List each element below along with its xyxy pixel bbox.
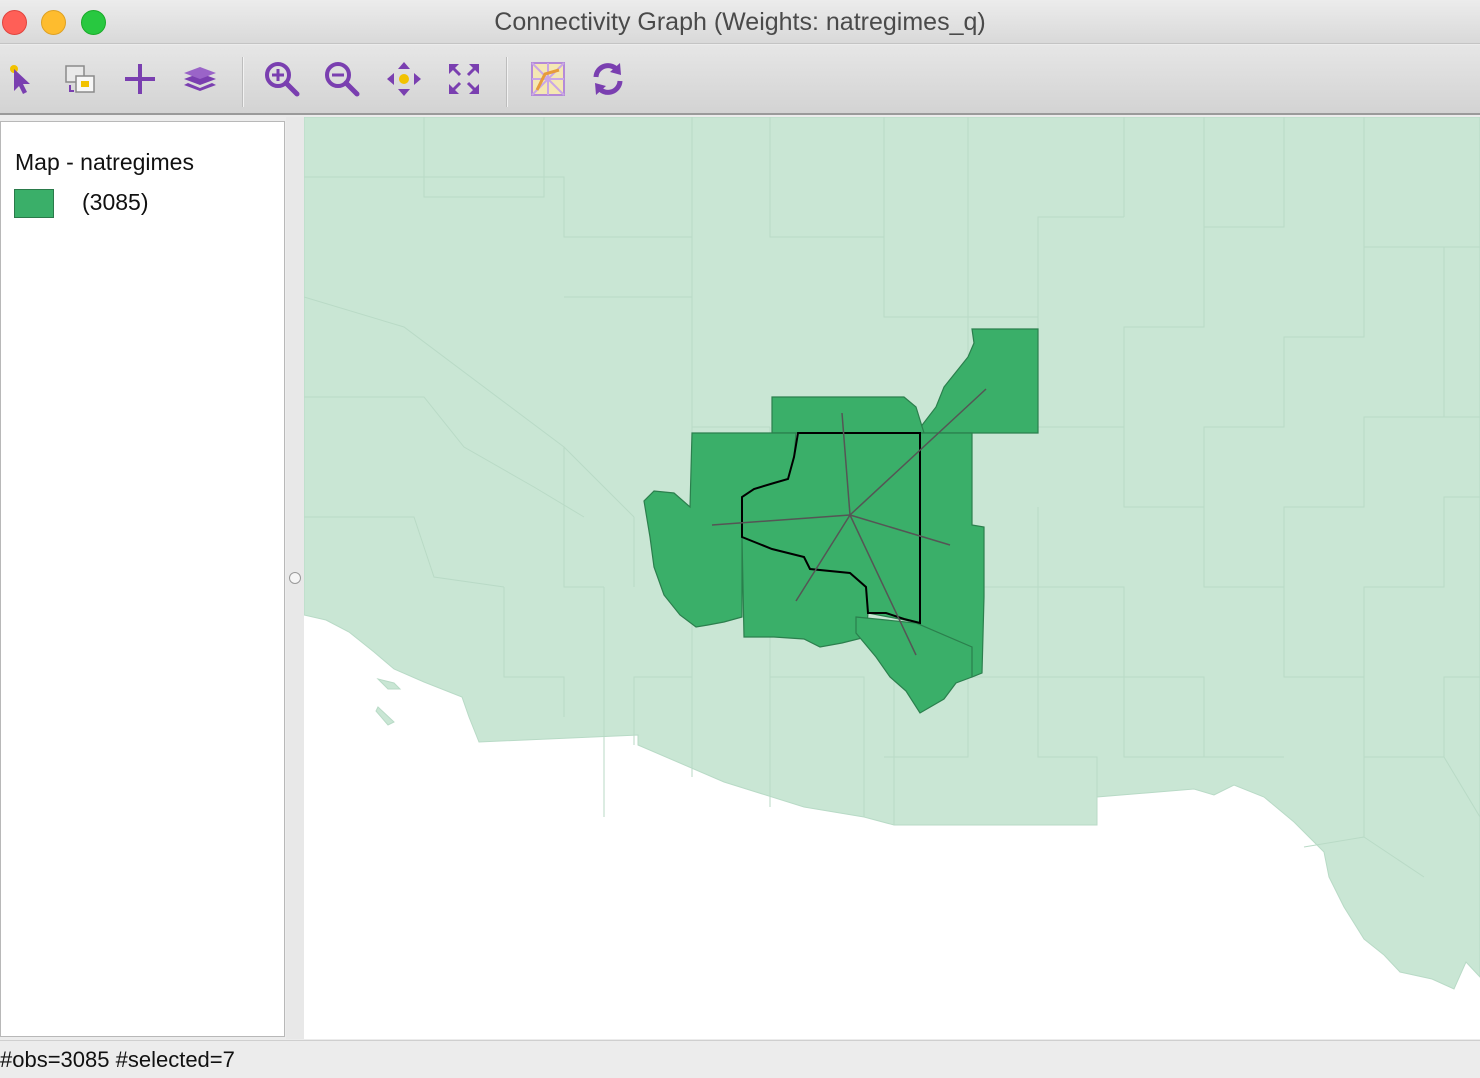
window-title: Connectivity Graph (Weights: natregimes_… bbox=[494, 8, 986, 36]
zoom-in-icon bbox=[265, 62, 300, 97]
refresh-icon bbox=[593, 63, 623, 95]
toolbar bbox=[0, 45, 1480, 115]
legend-panel: Map - natregimes (3085) bbox=[0, 121, 285, 1037]
title-bar: Connectivity Graph (Weights: natregimes_… bbox=[0, 0, 1480, 44]
status-bar: #obs=3085 #selected=7 bbox=[0, 1040, 1480, 1078]
legend-title: Map - natregimes bbox=[15, 149, 194, 175]
legend-item-label: (3085) bbox=[82, 189, 149, 215]
pointer-icon bbox=[10, 65, 30, 94]
zoom-out-tool-button[interactable] bbox=[322, 59, 362, 99]
select-tool-button[interactable] bbox=[2, 59, 42, 99]
layers-icon bbox=[184, 67, 216, 91]
copy-image-icon bbox=[65, 65, 95, 93]
island-shape bbox=[375, 678, 402, 726]
zoom-out-icon bbox=[325, 62, 360, 97]
map-canvas[interactable] bbox=[304, 117, 1480, 1039]
plus-icon bbox=[125, 64, 155, 94]
refresh-tool-button[interactable] bbox=[588, 59, 628, 99]
app-window: Connectivity Graph (Weights: natregimes_… bbox=[0, 0, 1480, 1078]
pan-tool-button[interactable] bbox=[384, 59, 424, 99]
basemap-icon bbox=[531, 62, 565, 96]
pan-icon bbox=[387, 62, 421, 96]
connectivity-map[interactable] bbox=[304, 117, 1480, 1039]
copy-image-tool-button[interactable] bbox=[60, 59, 100, 99]
full-extent-icon bbox=[449, 64, 479, 94]
legend-swatch[interactable] bbox=[14, 189, 54, 218]
status-text: #obs=3085 #selected=7 bbox=[0, 1047, 235, 1072]
layers-tool-button[interactable] bbox=[180, 59, 220, 99]
full-extent-tool-button[interactable] bbox=[444, 59, 484, 99]
zoom-in-tool-button[interactable] bbox=[262, 59, 302, 99]
basemap-tool-button[interactable] bbox=[528, 59, 568, 99]
selected-county-north bbox=[771, 396, 925, 434]
add-tool-button[interactable] bbox=[120, 59, 160, 99]
toolbar-separator bbox=[506, 57, 508, 107]
panel-splitter[interactable] bbox=[286, 117, 304, 1039]
splitter-handle-icon[interactable] bbox=[289, 572, 301, 584]
toolbar-separator bbox=[242, 57, 244, 107]
